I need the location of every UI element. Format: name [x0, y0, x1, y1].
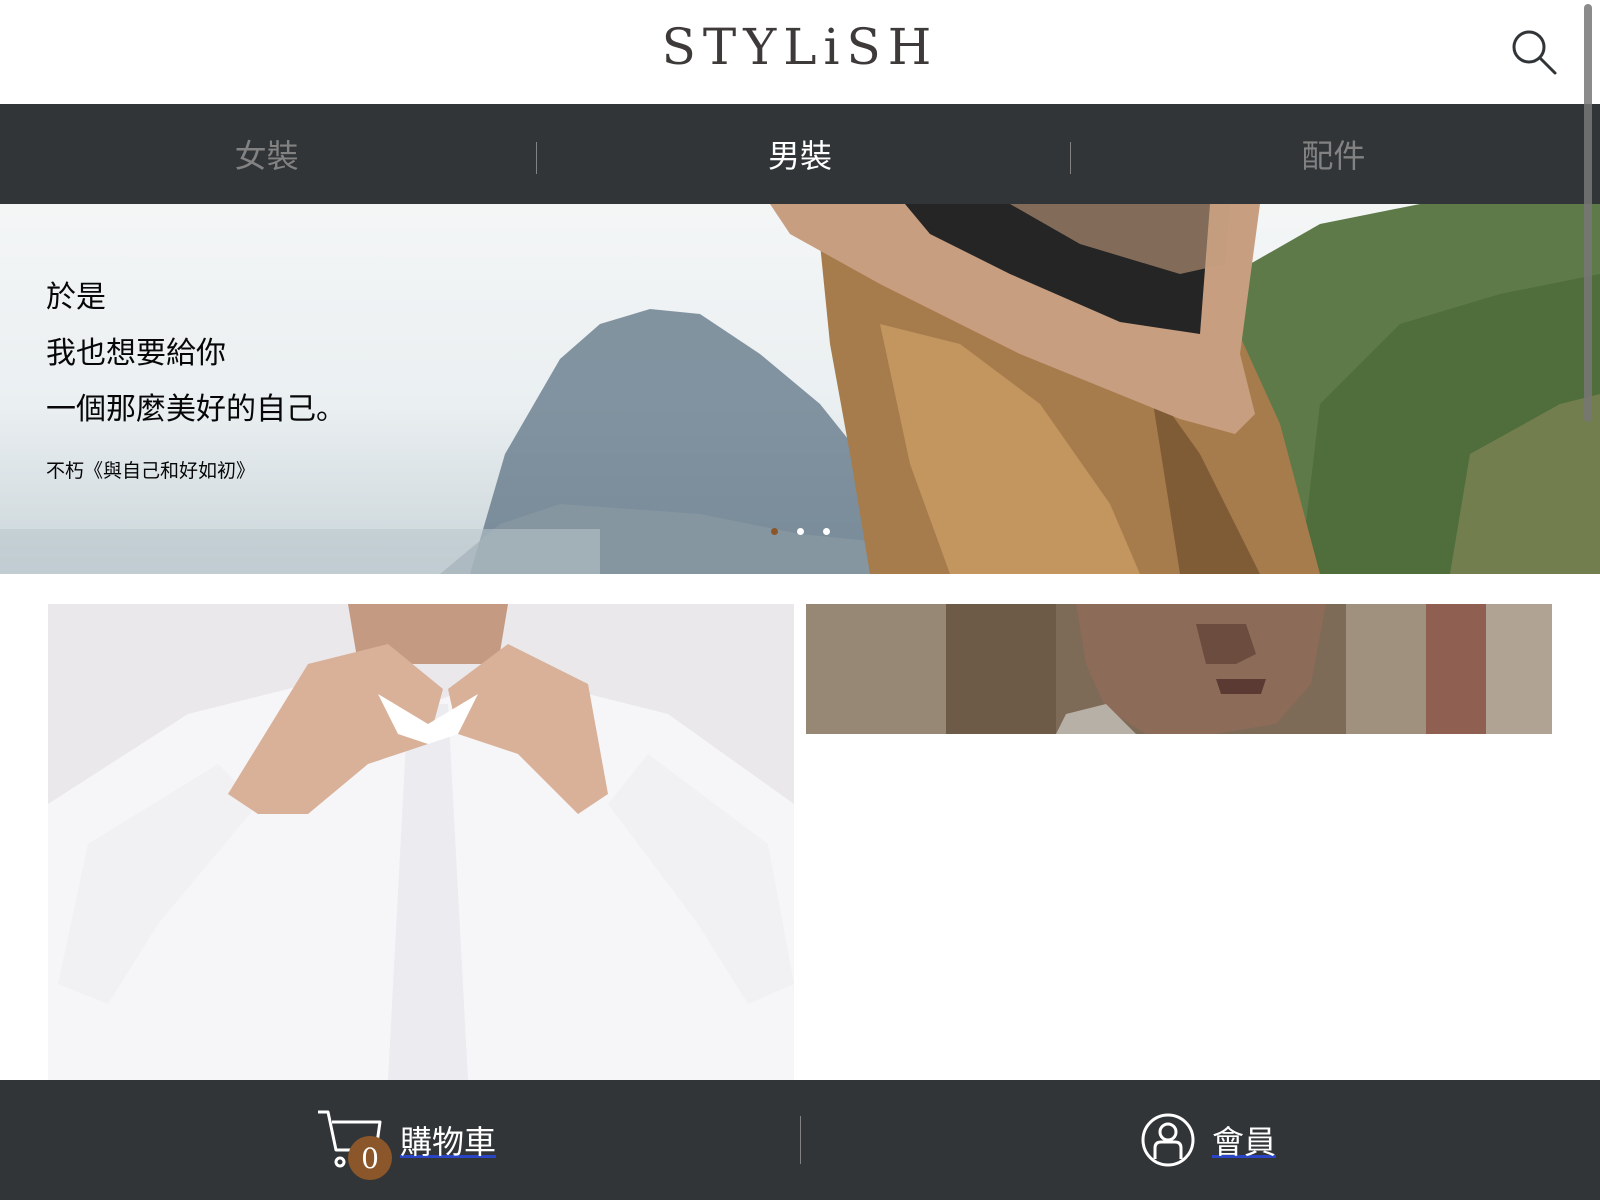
member-button[interactable]: 會員: [1140, 1080, 1276, 1200]
category-accessories[interactable]: 配件: [1067, 104, 1600, 204]
hero-quote-source: 不朽《與自己和好如初》: [46, 460, 256, 482]
product-image: [48, 604, 794, 1080]
member-icon: [1140, 1112, 1196, 1168]
hero-quote: 於是 我也想要給你 一個那麼美好的自己。 不朽《與自己和好如初》: [46, 270, 346, 483]
category-women[interactable]: 女裝: [0, 104, 533, 204]
cart-icon: 0: [316, 1106, 392, 1180]
carousel-indicators: [0, 528, 1600, 535]
member-label[interactable]: 會員: [1212, 1117, 1276, 1163]
page-scrollbar[interactable]: [1581, 4, 1595, 1196]
category-men[interactable]: 男裝: [533, 104, 1066, 204]
carousel-dot-1[interactable]: [770, 528, 778, 535]
site-header: STYLiSH: [0, 0, 1600, 104]
category-divider: [536, 142, 537, 174]
product-image: [806, 604, 1552, 734]
product-card-portrait[interactable]: [806, 604, 1552, 734]
hero-banner[interactable]: 於是 我也想要給你 一個那麼美好的自己。 不朽《與自己和好如初》: [0, 204, 1600, 574]
category-divider: [1070, 142, 1071, 174]
cart-button[interactable]: 0 購物車: [316, 1080, 496, 1200]
cart-label[interactable]: 購物車: [400, 1117, 496, 1163]
hero-quote-line: 一個那麼美好的自己。: [46, 392, 346, 427]
hero-quote-line: 我也想要給你: [46, 336, 226, 371]
category-nav: 女裝 男裝 配件: [0, 104, 1600, 204]
carousel-dot-2[interactable]: [796, 528, 804, 535]
carousel-dot-3[interactable]: [822, 528, 830, 535]
site-logo[interactable]: STYLiSH: [0, 18, 1600, 76]
cart-count-badge: 0: [348, 1136, 392, 1180]
search-icon[interactable]: [1510, 28, 1558, 76]
bottom-bar-divider: [800, 1116, 801, 1164]
scrollbar-thumb[interactable]: [1584, 4, 1592, 422]
hero-quote-line: 於是: [46, 280, 106, 315]
product-card-shirt[interactable]: [48, 604, 794, 1080]
